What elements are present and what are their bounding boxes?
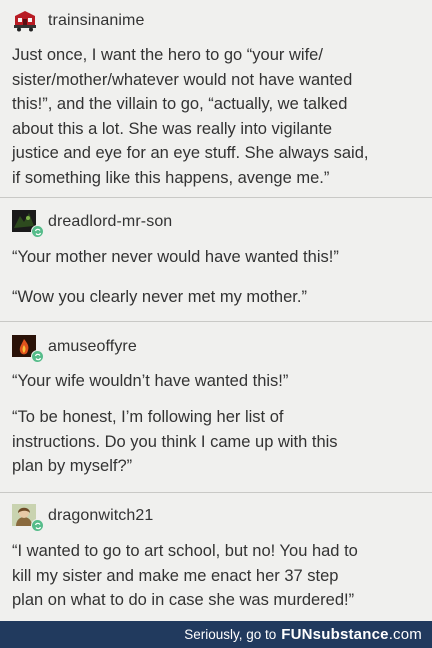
footer-brand-domain: .com <box>388 626 422 643</box>
post-header: dreadlord-mr-son <box>12 209 172 238</box>
username[interactable]: amuseoffyre <box>48 338 137 356</box>
footer-brand[interactable]: FUNsubstance.com <box>281 626 422 643</box>
page: trainsinanime Just once, I want the hero… <box>0 0 432 648</box>
train-avatar-icon[interactable] <box>12 9 38 33</box>
post-text: “Wow you clearly never met my mother.” <box>12 288 307 306</box>
username[interactable]: dreadlord-mr-son <box>48 213 172 231</box>
fire-avatar-icon[interactable] <box>12 335 44 363</box>
username[interactable]: trainsinanime <box>48 12 144 30</box>
post-text: Just once, I want the hero to go “your w… <box>12 46 369 187</box>
post-text: “Your mother never would have wanted thi… <box>12 248 339 266</box>
person-avatar-icon[interactable] <box>12 504 44 532</box>
post-header: dragonwitch21 <box>12 503 153 532</box>
post-header: trainsinanime <box>12 8 144 34</box>
divider <box>0 321 432 322</box>
footer-brand-bold: FUNsubstance <box>281 626 389 643</box>
reblog-icon <box>31 519 44 532</box>
reblog-icon <box>31 225 44 238</box>
post-text: “Your wife wouldn’t have wanted this!” <box>12 372 289 390</box>
divider <box>0 492 432 493</box>
footer-banner[interactable]: Seriously, go to FUNsubstance.com <box>0 621 432 648</box>
post-text: “To be honest, I’m following her list of… <box>12 408 338 475</box>
dark-avatar-icon[interactable] <box>12 210 44 238</box>
post-text: “I wanted to go to art school, but no! Y… <box>12 542 358 609</box>
footer-text: Seriously, go to <box>184 627 277 642</box>
divider <box>0 197 432 198</box>
username[interactable]: dragonwitch21 <box>48 507 153 525</box>
reblog-icon <box>31 350 44 363</box>
post-header: amuseoffyre <box>12 334 137 363</box>
